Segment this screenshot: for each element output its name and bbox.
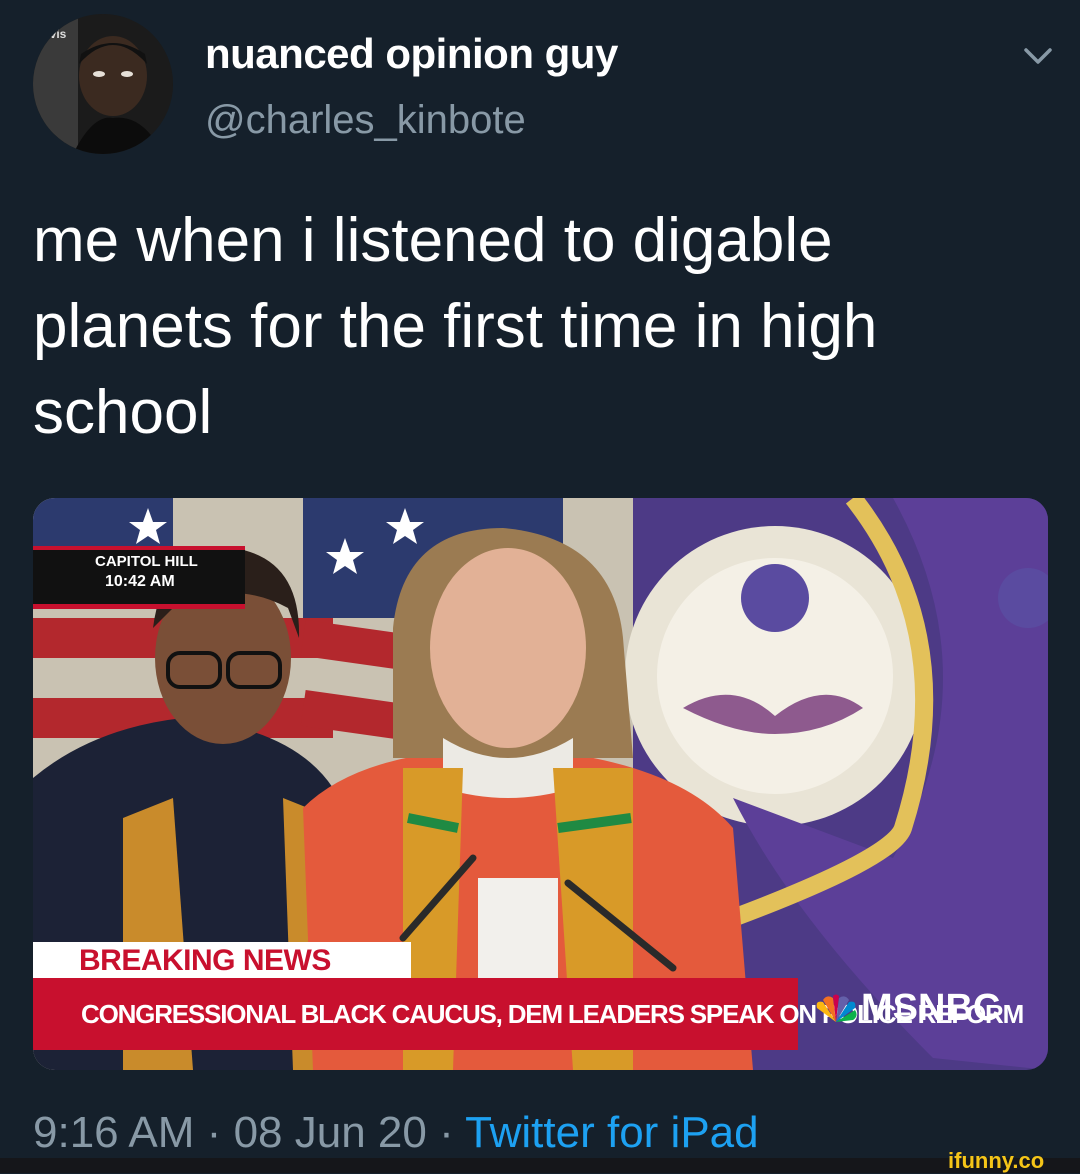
author-avatar[interactable]: avis: [33, 14, 173, 154]
network-name: MSNBC: [861, 987, 1001, 1029]
avatar-badge: avis: [43, 27, 67, 41]
tweet-media[interactable]: CAPITOL HILL 10:42 AM BREAKING NEWS CONG…: [33, 498, 1048, 1070]
broadcast-time: 10:42 AM: [105, 573, 175, 590]
tweet-meta: 9:16 AM · 08 Jun 20 · Twitter for iPad: [33, 1108, 759, 1158]
tweet-time[interactable]: 9:16 AM: [33, 1108, 194, 1157]
network-logo: MSNBC: [813, 986, 1000, 1030]
author-handle[interactable]: @charles_kinbote: [205, 98, 526, 143]
watermark: ifunny.co: [948, 1148, 1045, 1173]
location-label: CAPITOL HILL: [95, 553, 198, 570]
tweet-source-link[interactable]: Twitter for iPad: [465, 1108, 758, 1157]
chevron-down-icon[interactable]: [1018, 42, 1058, 70]
meta-separator: ·: [206, 1108, 222, 1157]
bottom-strip: [0, 1158, 1080, 1173]
news-headline: CONGRESSIONAL BLACK CAUCUS, DEM LEADERS …: [33, 978, 1024, 1050]
tweet-text: me when i listened to digable planets fo…: [33, 206, 878, 447]
breaking-news-label: BREAKING NEWS: [33, 942, 411, 978]
location-accent: [33, 546, 245, 550]
tweet-date[interactable]: 08 Jun 20: [234, 1108, 427, 1157]
meta-separator: ·: [439, 1108, 454, 1157]
peacock-icon: [816, 994, 857, 1022]
avatar-image: avis: [33, 14, 173, 154]
author-display-name[interactable]: nuanced opinion guy: [205, 30, 618, 78]
